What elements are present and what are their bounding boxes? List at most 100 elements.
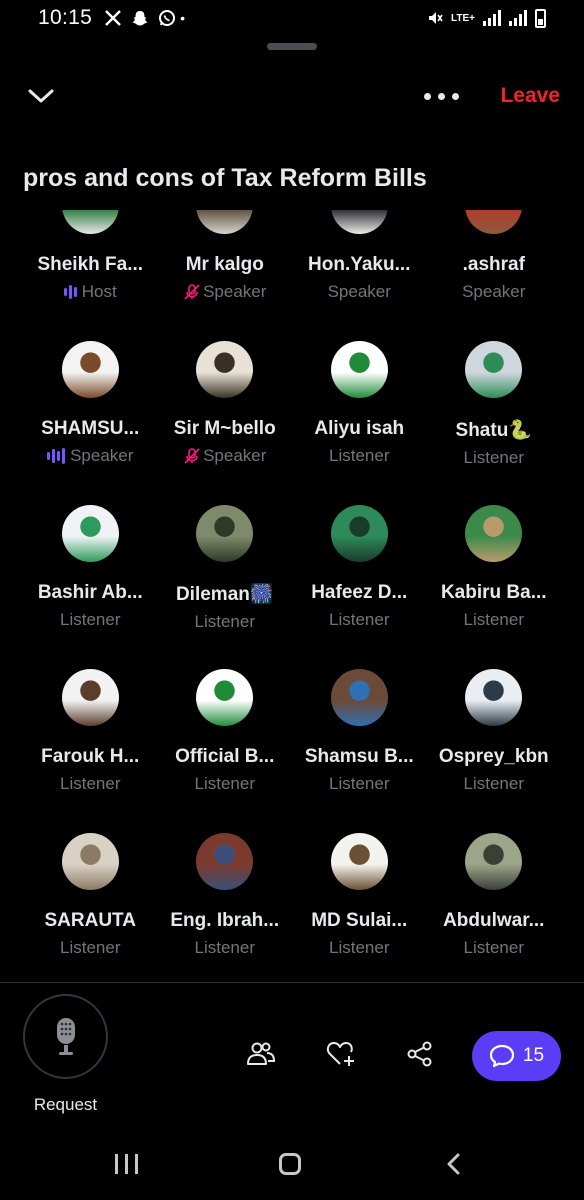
participant-tile[interactable]: Shatu🐍 Listener: [427, 341, 562, 505]
role-label: Host: [81, 282, 117, 301]
participant-tile[interactable]: Shamsu B... Listener: [292, 669, 427, 833]
participant-name: MD Sulai...: [311, 910, 408, 931]
participant-role: Listener: [60, 938, 120, 958]
speaking-wave-icon: [47, 448, 66, 464]
avatar[interactable]: [330, 210, 388, 234]
participant-name: Dileman🎆: [175, 584, 274, 605]
system-nav-bar: [0, 1132, 584, 1200]
participant-role: Speaker: [47, 446, 133, 466]
avatar[interactable]: [196, 341, 254, 398]
role-label: Listener: [329, 446, 390, 465]
mic-muted-icon: [184, 448, 200, 464]
chat-bubble-icon: [489, 1044, 515, 1068]
avatar[interactable]: [465, 669, 523, 726]
avatar[interactable]: [196, 833, 254, 890]
participant-role: Listener: [195, 774, 255, 794]
participant-name: Osprey_kbn: [438, 746, 549, 767]
sheet-grab-handle[interactable]: [267, 43, 317, 50]
people-button[interactable]: [243, 1036, 279, 1072]
home-icon[interactable]: [279, 1153, 301, 1175]
avatar[interactable]: [465, 341, 523, 398]
avatar[interactable]: [465, 505, 523, 562]
participant-tile[interactable]: Dileman🎆 Listener: [158, 505, 293, 669]
avatar[interactable]: [61, 833, 119, 890]
participant-role: Listener: [464, 938, 524, 958]
participant-tile[interactable]: MD Sulai... Listener: [292, 833, 427, 980]
role-label: Listener: [463, 448, 524, 467]
avatar[interactable]: [196, 210, 254, 234]
share-icon: [407, 1041, 432, 1067]
status-more-dot: •: [180, 10, 185, 26]
avatar[interactable]: [465, 833, 523, 890]
space-header: Leave: [0, 78, 584, 118]
participant-role: Listener: [195, 612, 255, 632]
avatar[interactable]: [330, 505, 388, 562]
comments-count: 15: [522, 1045, 545, 1066]
participant-tile[interactable]: Mr kalgo Speaker: [158, 210, 293, 341]
x-icon: [105, 10, 121, 26]
participant-role: Host: [63, 282, 117, 302]
role-label: Listener: [60, 938, 121, 957]
avatar[interactable]: [61, 210, 119, 234]
role-label: Speaker: [327, 282, 391, 301]
avatar[interactable]: [196, 669, 254, 726]
chevron-down-icon[interactable]: [28, 86, 54, 106]
participant-tile[interactable]: .ashraf Speaker: [427, 210, 562, 341]
participant-tile[interactable]: Bashir Ab... Listener: [23, 505, 158, 669]
avatar[interactable]: [330, 669, 388, 726]
participant-role: Speaker: [183, 282, 266, 302]
participant-name: Shatu🐍: [455, 420, 532, 441]
avatar[interactable]: [61, 505, 119, 562]
participant-tile[interactable]: Kabiru Ba... Listener: [427, 505, 562, 669]
avatar[interactable]: [330, 341, 388, 398]
request-mic-button[interactable]: [23, 994, 108, 1079]
participant-tile[interactable]: Abdulwar... Listener: [427, 833, 562, 980]
recent-apps-icon[interactable]: [115, 1154, 138, 1174]
role-label: Listener: [463, 774, 524, 793]
participant-tile[interactable]: SARAUTA Listener: [23, 833, 158, 980]
participant-tile[interactable]: Sir M~bello Speaker: [158, 341, 293, 505]
request-label: Request: [33, 1095, 98, 1114]
participant-role: Listener: [464, 448, 524, 468]
more-options-icon[interactable]: [424, 86, 460, 106]
share-button[interactable]: [402, 1036, 438, 1072]
participant-tile[interactable]: Hafeez D... Listener: [292, 505, 427, 669]
participant-tile[interactable]: Hon.Yaku... Speaker: [292, 210, 427, 341]
participant-name: Mr kalgo: [185, 254, 264, 275]
avatar[interactable]: [61, 669, 119, 726]
participant-tile[interactable]: Aliyu isah Listener: [292, 341, 427, 505]
participant-role: Listener: [464, 610, 524, 630]
participant-name: Aliyu isah: [314, 418, 405, 439]
react-button[interactable]: [323, 1036, 359, 1072]
avatar[interactable]: [196, 505, 254, 562]
host-wave-icon: [63, 285, 77, 299]
comments-button[interactable]: 15: [472, 1031, 561, 1081]
heart-plus-icon: [326, 1042, 354, 1066]
participants-list[interactable]: Sheikh Fa... Host Mr kalgo Speaker Hon.Yaku.…: [0, 210, 584, 980]
avatar[interactable]: [61, 341, 119, 398]
participant-name: Hafeez D...: [311, 582, 408, 603]
participant-tile[interactable]: Eng. Ibrah... Listener: [158, 833, 293, 980]
participant-role: Speaker: [183, 446, 266, 466]
participant-name: Official B...: [175, 746, 275, 767]
signal-icon: [483, 10, 501, 26]
participant-tile[interactable]: Farouk H... Listener: [23, 669, 158, 833]
participant-tile[interactable]: Sheikh Fa... Host: [23, 210, 158, 341]
avatar[interactable]: [465, 210, 523, 234]
bottom-divider: [0, 982, 584, 983]
participant-name: Abdulwar...: [443, 910, 545, 931]
people-icon: [247, 1042, 276, 1065]
role-label: Listener: [329, 610, 390, 629]
avatar[interactable]: [330, 833, 388, 890]
mic-muted-icon: [184, 284, 200, 300]
back-icon[interactable]: [446, 1153, 460, 1175]
participant-tile[interactable]: Osprey_kbn Listener: [427, 669, 562, 833]
participant-tile[interactable]: SHAMSU... Speaker: [23, 341, 158, 505]
participant-tile[interactable]: Official B... Listener: [158, 669, 293, 833]
role-label: Listener: [329, 774, 390, 793]
participant-role: Listener: [329, 446, 389, 466]
leave-button[interactable]: Leave: [500, 84, 560, 108]
participant-role: Listener: [329, 610, 389, 630]
participant-name: Hon.Yaku...: [308, 254, 411, 275]
participant-name: Sheikh Fa...: [37, 254, 144, 275]
